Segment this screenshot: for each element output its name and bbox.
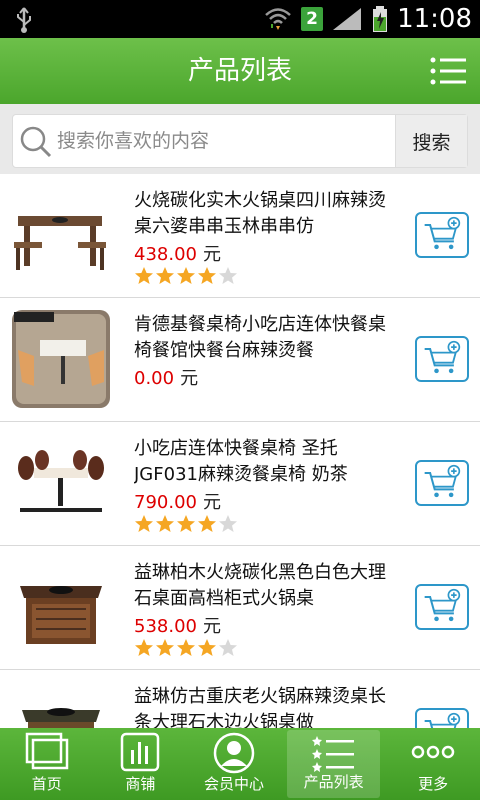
rating-stars bbox=[134, 514, 238, 534]
add-to-cart-button[interactable] bbox=[415, 212, 469, 258]
menu-icon[interactable] bbox=[430, 54, 466, 88]
list-item[interactable]: 肯德基餐桌椅小吃店连体快餐桌椅餐馆快餐台麻辣烫餐 0.00 元 bbox=[0, 298, 480, 422]
price-row: 438.00 元 bbox=[134, 240, 221, 266]
star-icon bbox=[156, 267, 174, 284]
star-icon bbox=[198, 639, 216, 656]
add-to-cart-button[interactable] bbox=[415, 336, 469, 382]
list-item[interactable]: 小吃店连体快餐桌椅 圣托JGF031麻辣烫餐桌椅 奶茶 790.00 元 bbox=[0, 422, 480, 546]
product-image bbox=[12, 682, 110, 728]
star-icon bbox=[198, 515, 216, 532]
price-row: 538.00 元 bbox=[134, 612, 221, 638]
search-bar: 搜索 bbox=[0, 104, 480, 174]
shop-icon bbox=[121, 732, 160, 772]
product-image bbox=[12, 558, 110, 656]
star-icon bbox=[156, 515, 174, 532]
star-icon bbox=[198, 267, 216, 284]
nav-label: 更多 bbox=[418, 775, 449, 793]
star-icon bbox=[135, 639, 153, 656]
nav-home[interactable]: 首页 bbox=[0, 728, 94, 800]
battery-icon bbox=[373, 6, 388, 32]
sim-badge: 2 bbox=[301, 7, 324, 31]
product-name: 肯德基餐桌椅小吃店连体快餐桌椅餐馆快餐台麻辣烫餐 bbox=[134, 314, 386, 361]
search-box: 搜索 bbox=[12, 114, 468, 168]
product-name: 益琳柏木火烧碳化黑色白色大理石桌面高档柜式火锅桌 bbox=[134, 562, 386, 609]
product-list-icon bbox=[311, 736, 354, 772]
add-to-cart-button[interactable] bbox=[415, 584, 469, 630]
star-icon bbox=[135, 267, 153, 284]
page-title: 产品列表 bbox=[187, 56, 292, 86]
price-row: 790.00 元 bbox=[134, 488, 221, 514]
header: 产品列表 bbox=[0, 38, 480, 104]
bottom-nav: 首页 商铺 会员中心 产品列表 更多 bbox=[0, 728, 480, 800]
nav-label: 产品列表 bbox=[303, 773, 364, 791]
product-image bbox=[12, 434, 110, 532]
list-item[interactable]: 火烧碳化实木火锅桌四川麻辣烫桌六婆串串玉林串串仿 438.00 元 bbox=[0, 174, 480, 298]
product-price: 538.00 bbox=[134, 616, 197, 637]
star-icon bbox=[156, 639, 174, 656]
list-item[interactable]: 益琳仿古重庆老火锅麻辣烫桌长条大理石木边火锅桌做 bbox=[0, 670, 480, 728]
star-icon bbox=[135, 515, 153, 532]
nav-shop[interactable]: 商铺 bbox=[94, 728, 188, 800]
search-button[interactable]: 搜索 bbox=[395, 115, 467, 167]
star-icon bbox=[177, 515, 195, 532]
star-empty-icon bbox=[219, 515, 237, 532]
star-empty-icon bbox=[219, 267, 237, 284]
product-name: 益琳仿古重庆老火锅麻辣烫桌长条大理石木边火锅桌做 bbox=[134, 686, 386, 728]
nav-label: 会员中心 bbox=[203, 775, 264, 793]
signal-icon bbox=[333, 8, 362, 30]
price-row: 0.00 元 bbox=[134, 364, 198, 390]
search-icon bbox=[20, 126, 52, 158]
member-icon bbox=[213, 732, 255, 774]
product-image bbox=[12, 186, 110, 284]
star-empty-icon bbox=[219, 639, 237, 656]
nav-product-list[interactable]: 产品列表 bbox=[286, 730, 381, 798]
rating-stars bbox=[134, 266, 238, 286]
nav-label: 首页 bbox=[31, 775, 62, 793]
product-image bbox=[12, 310, 110, 408]
home-icon bbox=[25, 732, 69, 770]
product-price: 438.00 bbox=[134, 244, 197, 265]
add-to-cart-button[interactable] bbox=[415, 460, 469, 506]
add-to-cart-button[interactable] bbox=[415, 708, 469, 728]
rating-stars bbox=[134, 638, 238, 658]
product-price: 0.00 bbox=[134, 368, 175, 389]
wifi-icon bbox=[265, 8, 291, 30]
clock: 11:08 bbox=[397, 4, 472, 34]
status-bar: 2 11:08 bbox=[0, 0, 480, 38]
price-unit: 元 bbox=[202, 244, 221, 265]
more-icon bbox=[411, 745, 455, 759]
price-unit: 元 bbox=[180, 368, 199, 389]
usb-icon bbox=[17, 7, 31, 33]
price-unit: 元 bbox=[202, 492, 221, 513]
nav-member[interactable]: 会员中心 bbox=[187, 728, 281, 800]
price-unit: 元 bbox=[202, 616, 221, 637]
nav-label: 商铺 bbox=[125, 775, 156, 793]
nav-more[interactable]: 更多 bbox=[386, 728, 480, 800]
product-name: 小吃店连体快餐桌椅 圣托JGF031麻辣烫餐桌椅 奶茶 bbox=[134, 438, 348, 485]
star-icon bbox=[177, 639, 195, 656]
product-name: 火烧碳化实木火锅桌四川麻辣烫桌六婆串串玉林串串仿 bbox=[134, 190, 386, 237]
product-price: 790.00 bbox=[134, 492, 197, 513]
star-icon bbox=[177, 267, 195, 284]
search-input[interactable] bbox=[57, 115, 393, 167]
product-list: 火烧碳化实木火锅桌四川麻辣烫桌六婆串串玉林串串仿 438.00 元 肯德基餐桌椅… bbox=[0, 174, 480, 728]
list-item[interactable]: 益琳柏木火烧碳化黑色白色大理石桌面高档柜式火锅桌 538.00 元 bbox=[0, 546, 480, 670]
